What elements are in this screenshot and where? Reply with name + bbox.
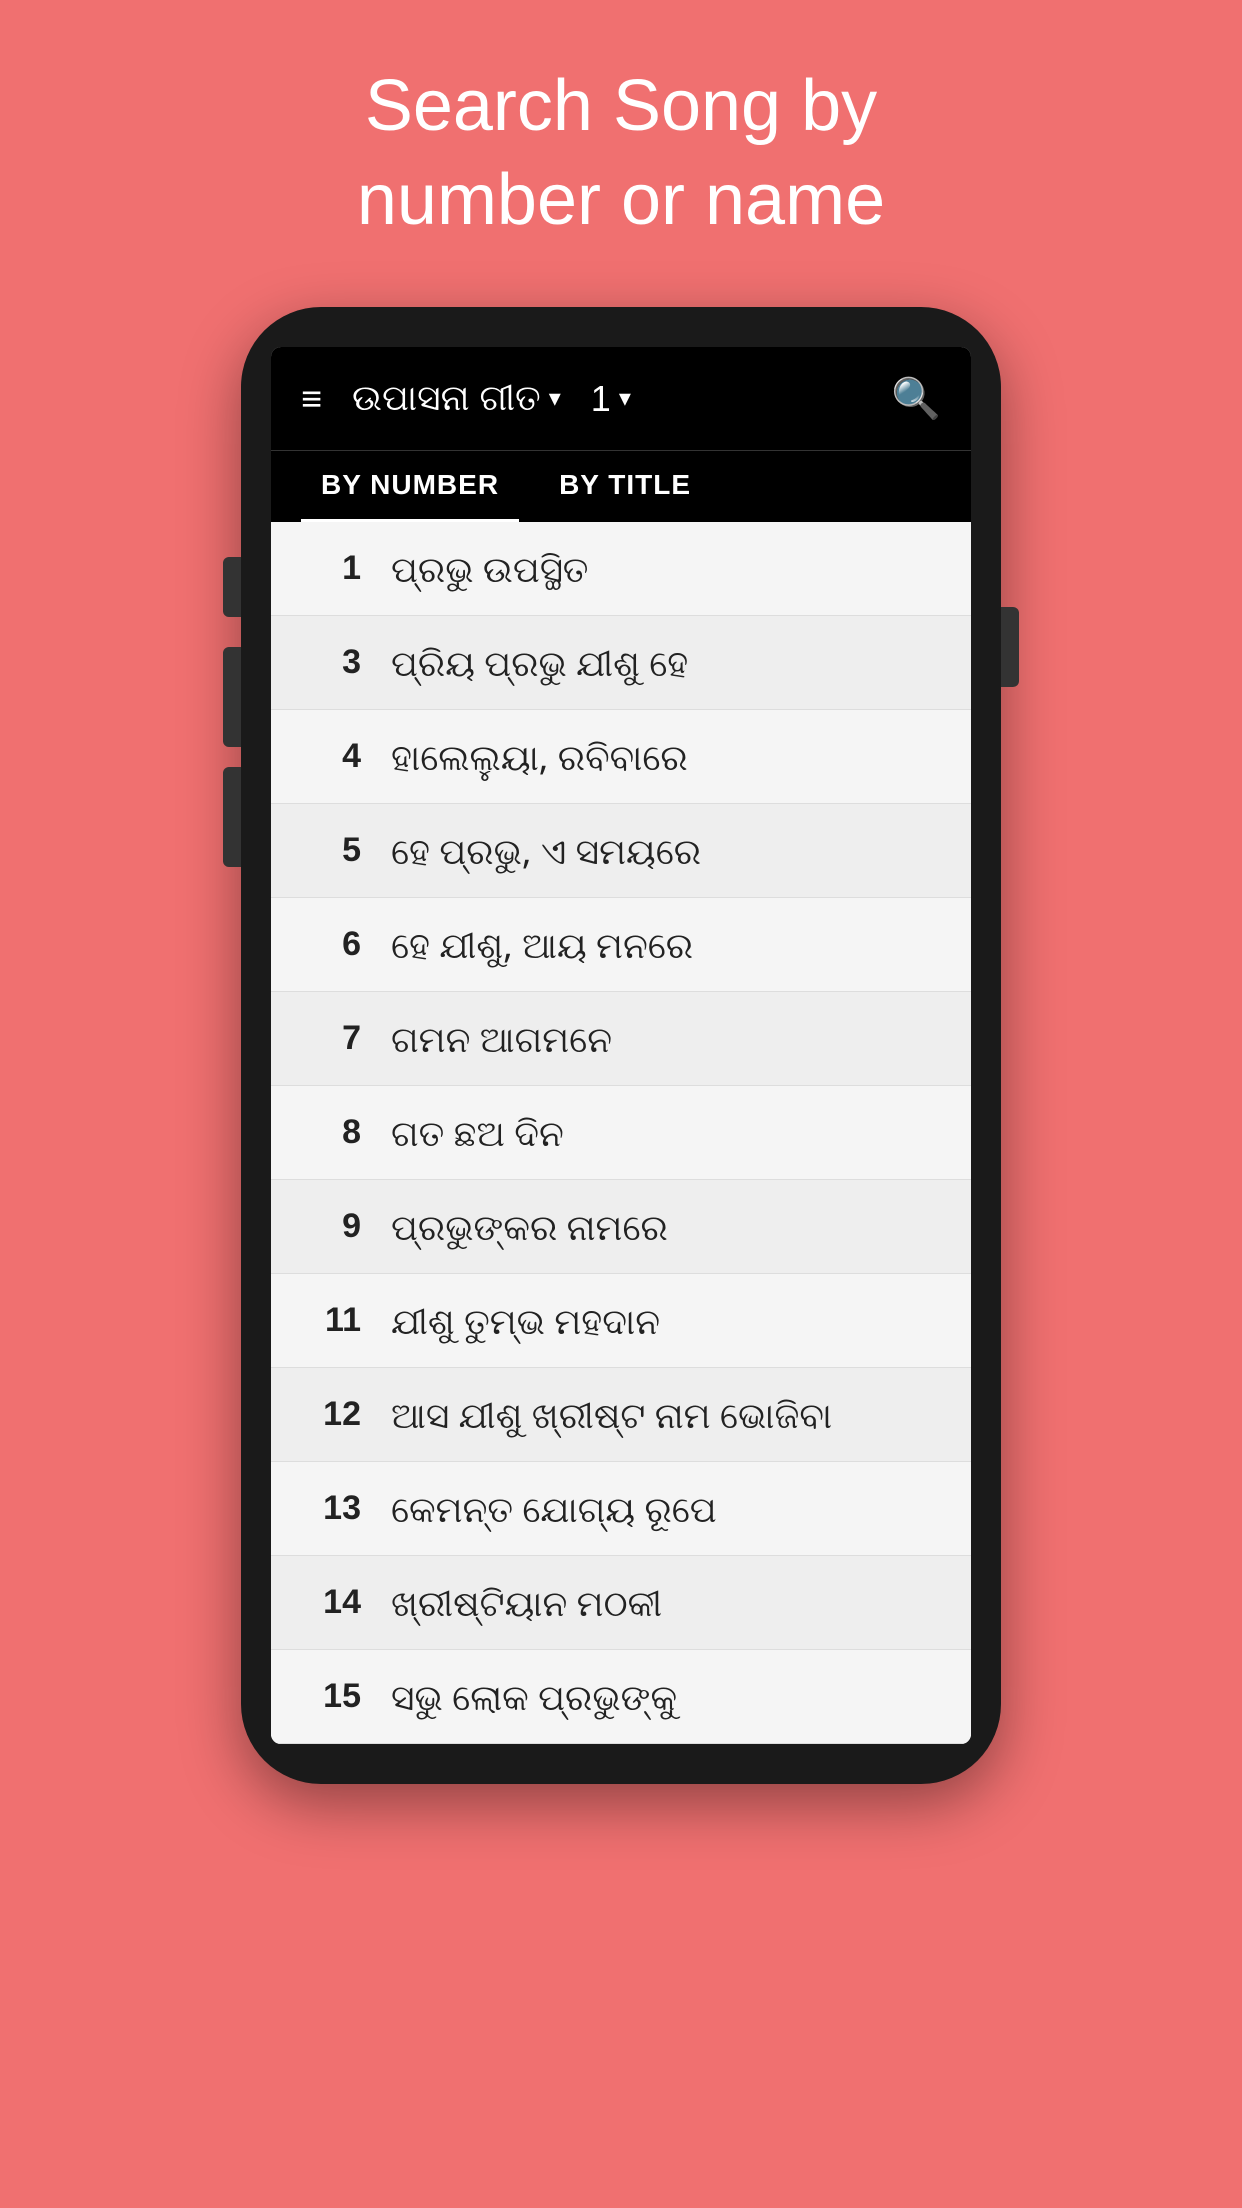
- phone-wrapper: ≡ ଉପାସନା ଗୀତ ▾ 1 ▾ 🔍 BY NUMBER BY TITLE …: [241, 307, 1001, 1784]
- song-number: 7: [301, 1019, 361, 1058]
- song-number: 12: [301, 1395, 361, 1434]
- list-item[interactable]: 3 ପ୍ରିୟ ପ୍ରଭୁ ଯୀଶୁ ହେ: [271, 616, 971, 710]
- list-item[interactable]: 15 ସଭୁ ଲୋକ ପ୍ରଭୁଙ୍କୁ: [271, 1650, 971, 1744]
- song-title: ହାଲେଲୁୟା, ରବିବାରେ: [391, 732, 688, 781]
- song-title: ହେ ଯୀଶୁ, ଆୟ ମନରେ: [391, 920, 693, 969]
- list-item[interactable]: 11 ଯୀଶୁ ତୁମ୍ଭ ମହଦାନ: [271, 1274, 971, 1368]
- song-number: 13: [301, 1489, 361, 1528]
- toolbar-title: ଉପାସନା ଗୀତ ▾: [352, 377, 561, 420]
- hamburger-icon[interactable]: ≡: [301, 381, 322, 417]
- list-item[interactable]: 7 ଗମନ ଆଗମନେ: [271, 992, 971, 1086]
- song-number: 15: [301, 1677, 361, 1716]
- song-list: 1 ପ୍ରଭୁ ଉପସ୍ଥିତ 3 ପ୍ରିୟ ପ୍ରଭୁ ଯୀଶୁ ହେ 4 ହାଲେଲ…: [271, 522, 971, 1744]
- header-line2: number or name: [357, 154, 885, 248]
- tab-by-title[interactable]: BY TITLE: [539, 451, 711, 522]
- tab-bar: BY NUMBER BY TITLE: [271, 450, 971, 522]
- list-item[interactable]: 1 ପ୍ରଭୁ ଉପସ୍ଥିତ: [271, 522, 971, 616]
- song-title: କେମନ୍ତ ଯୋଗ୍ୟ ରୂପେ: [391, 1484, 717, 1533]
- song-number: 5: [301, 831, 361, 870]
- app-toolbar: ≡ ଉପାସନା ଗୀତ ▾ 1 ▾ 🔍: [271, 347, 971, 450]
- list-item[interactable]: 13 କେମନ୍ତ ଯୋଗ୍ୟ ରୂପେ: [271, 1462, 971, 1556]
- song-number: 11: [301, 1301, 361, 1340]
- header-text: Search Song by number or name: [357, 60, 885, 247]
- list-item[interactable]: 6 ହେ ଯୀଶୁ, ଆୟ ମନରେ: [271, 898, 971, 992]
- volume-up-button: [223, 557, 241, 617]
- phone-screen: ≡ ଉପାସନା ଗୀତ ▾ 1 ▾ 🔍 BY NUMBER BY TITLE …: [271, 347, 971, 1744]
- tab-by-number[interactable]: BY NUMBER: [301, 451, 519, 522]
- title-dropdown-icon[interactable]: ▾: [549, 384, 561, 413]
- song-title: ପ୍ରିୟ ପ୍ରଭୁ ଯୀଶୁ ହେ: [391, 638, 688, 687]
- song-number: 6: [301, 925, 361, 964]
- search-icon[interactable]: 🔍: [891, 375, 941, 422]
- header-line1: Search Song by: [357, 60, 885, 154]
- toolbar-number[interactable]: 1 ▾: [591, 378, 631, 420]
- song-number: 1: [301, 549, 361, 588]
- song-title: ସଭୁ ଲୋକ ପ୍ରଭୁଙ୍କୁ: [391, 1672, 677, 1721]
- list-item[interactable]: 9 ପ୍ରଭୁଙ୍କର ନାମରେ: [271, 1180, 971, 1274]
- list-item[interactable]: 4 ହାଲେଲୁୟା, ରବିବାରେ: [271, 710, 971, 804]
- song-number: 4: [301, 737, 361, 776]
- song-title: ଯୀଶୁ ତୁମ୍ଭ ମହଦାନ: [391, 1296, 660, 1345]
- list-item[interactable]: 5 ହେ ପ୍ରଭୁ, ଏ ସମୟରେ: [271, 804, 971, 898]
- power-button: [1001, 607, 1019, 687]
- song-title: ଗତ ଛଅ ଦିନ: [391, 1108, 564, 1157]
- song-title: ଖ୍ରୀଷ୍ଟିୟାନ ମଠକୀ: [391, 1578, 662, 1627]
- song-number: 8: [301, 1113, 361, 1152]
- volume-down-button: [223, 647, 241, 747]
- song-title: ପ୍ରଭୁଙ୍କର ନାମରେ: [391, 1202, 668, 1251]
- silent-button: [223, 767, 241, 867]
- song-title: ଆସ ଯୀଶୁ ଖ୍ରୀଷ୍ଟ ନାମ ଭୋଜିବା: [391, 1390, 832, 1439]
- song-number: 3: [301, 643, 361, 682]
- song-number: 9: [301, 1207, 361, 1246]
- list-item[interactable]: 14 ଖ୍ରୀଷ୍ଟିୟାନ ମଠକୀ: [271, 1556, 971, 1650]
- number-dropdown-icon[interactable]: ▾: [619, 384, 631, 413]
- song-title: ପ୍ରଭୁ ଉପସ୍ଥିତ: [391, 544, 588, 593]
- list-item[interactable]: 12 ଆସ ଯୀଶୁ ଖ୍ରୀଷ୍ଟ ନାମ ଭୋଜିବା: [271, 1368, 971, 1462]
- song-number: 14: [301, 1583, 361, 1622]
- song-title: ଗମନ ଆଗମନେ: [391, 1014, 612, 1063]
- list-item[interactable]: 8 ଗତ ଛଅ ଦିନ: [271, 1086, 971, 1180]
- song-title: ହେ ପ୍ରଭୁ, ଏ ସମୟରେ: [391, 826, 701, 875]
